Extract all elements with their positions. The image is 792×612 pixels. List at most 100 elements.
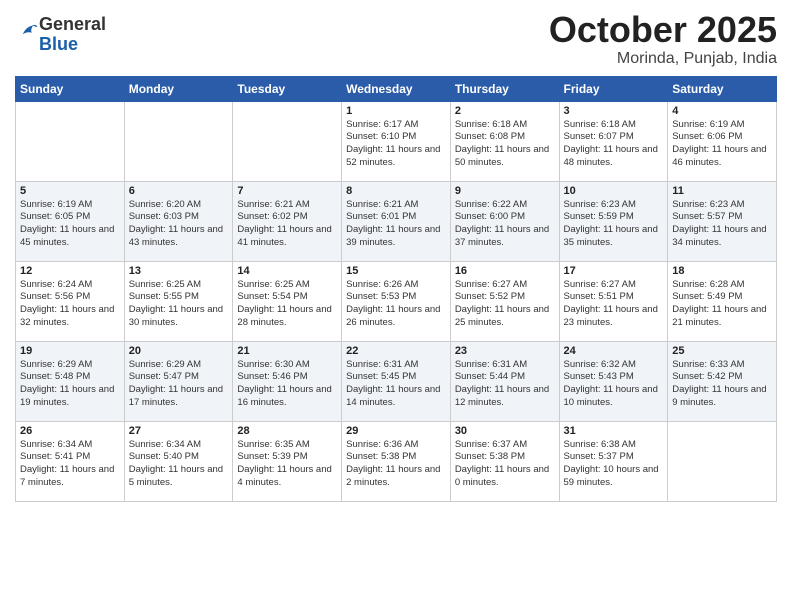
table-row: 15 Sunrise: 6:26 AM Sunset: 5:53 PM Dayli…: [342, 261, 451, 341]
table-row: 18 Sunrise: 6:28 AM Sunset: 5:49 PM Dayli…: [668, 261, 777, 341]
table-row: 28 Sunrise: 6:35 AM Sunset: 5:39 PM Dayli…: [233, 421, 342, 501]
table-row: 3 Sunrise: 6:18 AM Sunset: 6:07 PM Daylig…: [559, 101, 668, 181]
day-number: 31: [564, 425, 664, 437]
day-number: 7: [237, 185, 337, 197]
col-tuesday: Tuesday: [233, 76, 342, 101]
day-info: Sunrise: 6:37 AM Sunset: 5:38 PM Dayligh…: [455, 439, 555, 490]
header: General Blue October 2025 Morinda, Punja…: [15, 10, 777, 68]
day-info: Sunrise: 6:29 AM Sunset: 5:48 PM Dayligh…: [20, 359, 120, 410]
day-info: Sunrise: 6:29 AM Sunset: 5:47 PM Dayligh…: [129, 359, 229, 410]
logo: General Blue: [15, 15, 106, 55]
logo-general-text: General: [39, 14, 106, 34]
table-row: 10 Sunrise: 6:23 AM Sunset: 5:59 PM Dayli…: [559, 181, 668, 261]
day-number: 22: [346, 345, 446, 357]
day-number: 29: [346, 425, 446, 437]
day-info: Sunrise: 6:21 AM Sunset: 6:01 PM Dayligh…: [346, 199, 446, 250]
table-row: 19 Sunrise: 6:29 AM Sunset: 5:48 PM Dayli…: [16, 341, 125, 421]
table-row: 24Sunrise: 6:32 AM Sunset: 5:43 PM Dayli…: [559, 341, 668, 421]
calendar-week-3: 19 Sunrise: 6:29 AM Sunset: 5:48 PM Dayli…: [16, 341, 777, 421]
day-number: 9: [455, 185, 555, 197]
table-row: 8 Sunrise: 6:21 AM Sunset: 6:01 PM Daylig…: [342, 181, 451, 261]
day-info: Sunrise: 6:28 AM Sunset: 5:49 PM Dayligh…: [672, 279, 772, 330]
col-friday: Friday: [559, 76, 668, 101]
day-number: 4: [672, 105, 772, 117]
day-number: 5: [20, 185, 120, 197]
table-row: 31 Sunrise: 6:38 AM Sunset: 5:37 PM Dayli…: [559, 421, 668, 501]
table-row: 29 Sunrise: 6:36 AM Sunset: 5:38 PM Dayli…: [342, 421, 451, 501]
day-info: Sunrise: 6:34 AM Sunset: 5:41 PM Dayligh…: [20, 439, 120, 490]
table-row: 25Sunrise: 6:33 AM Sunset: 5:42 PM Dayli…: [668, 341, 777, 421]
col-thursday: Thursday: [450, 76, 559, 101]
day-info: Sunrise: 6:34 AM Sunset: 5:40 PM Dayligh…: [129, 439, 229, 490]
table-row: 30 Sunrise: 6:37 AM Sunset: 5:38 PM Dayli…: [450, 421, 559, 501]
table-row: 12Sunrise: 6:24 AM Sunset: 5:56 PM Dayli…: [16, 261, 125, 341]
day-info: Sunrise: 6:23 AM Sunset: 5:59 PM Dayligh…: [564, 199, 664, 250]
day-info: Sunrise: 6:18 AM Sunset: 6:07 PM Dayligh…: [564, 119, 664, 170]
logo-blue-text: Blue: [39, 34, 78, 54]
day-info: Sunrise: 6:27 AM Sunset: 5:51 PM Dayligh…: [564, 279, 664, 330]
day-number: 21: [237, 345, 337, 357]
table-row: [124, 101, 233, 181]
table-row: [233, 101, 342, 181]
calendar-week-0: 1 Sunrise: 6:17 AM Sunset: 6:10 PM Daylig…: [16, 101, 777, 181]
col-saturday: Saturday: [668, 76, 777, 101]
table-row: 2 Sunrise: 6:18 AM Sunset: 6:08 PM Daylig…: [450, 101, 559, 181]
header-row: Sunday Monday Tuesday Wednesday Thursday…: [16, 76, 777, 101]
day-info: Sunrise: 6:35 AM Sunset: 5:39 PM Dayligh…: [237, 439, 337, 490]
calendar-week-1: 5Sunrise: 6:19 AM Sunset: 6:05 PM Daylig…: [16, 181, 777, 261]
day-info: Sunrise: 6:36 AM Sunset: 5:38 PM Dayligh…: [346, 439, 446, 490]
day-info: Sunrise: 6:25 AM Sunset: 5:54 PM Dayligh…: [237, 279, 337, 330]
day-number: 3: [564, 105, 664, 117]
table-row: 1 Sunrise: 6:17 AM Sunset: 6:10 PM Daylig…: [342, 101, 451, 181]
day-info: Sunrise: 6:19 AM Sunset: 6:06 PM Dayligh…: [672, 119, 772, 170]
day-info: Sunrise: 6:30 AM Sunset: 5:46 PM Dayligh…: [237, 359, 337, 410]
day-info: Sunrise: 6:20 AM Sunset: 6:03 PM Dayligh…: [129, 199, 229, 250]
day-number: 12: [20, 265, 120, 277]
table-row: 21 Sunrise: 6:30 AM Sunset: 5:46 PM Dayli…: [233, 341, 342, 421]
day-number: 30: [455, 425, 555, 437]
table-row: 13Sunrise: 6:25 AM Sunset: 5:55 PM Dayli…: [124, 261, 233, 341]
table-row: 17 Sunrise: 6:27 AM Sunset: 5:51 PM Dayli…: [559, 261, 668, 341]
day-number: 13: [129, 265, 229, 277]
page-container: General Blue October 2025 Morinda, Punja…: [0, 0, 792, 507]
day-info: Sunrise: 6:26 AM Sunset: 5:53 PM Dayligh…: [346, 279, 446, 330]
day-info: Sunrise: 6:31 AM Sunset: 5:45 PM Dayligh…: [346, 359, 446, 410]
day-number: 16: [455, 265, 555, 277]
table-row: 23 Sunrise: 6:31 AM Sunset: 5:44 PM Dayli…: [450, 341, 559, 421]
day-number: 2: [455, 105, 555, 117]
calendar-table: Sunday Monday Tuesday Wednesday Thursday…: [15, 76, 777, 502]
day-info: Sunrise: 6:31 AM Sunset: 5:44 PM Dayligh…: [455, 359, 555, 410]
table-row: [16, 101, 125, 181]
col-sunday: Sunday: [16, 76, 125, 101]
title-block: October 2025 Morinda, Punjab, India: [549, 10, 777, 68]
day-info: Sunrise: 6:22 AM Sunset: 6:00 PM Dayligh…: [455, 199, 555, 250]
day-number: 25: [672, 345, 772, 357]
day-info: Sunrise: 6:27 AM Sunset: 5:52 PM Dayligh…: [455, 279, 555, 330]
day-number: 18: [672, 265, 772, 277]
table-row: 20Sunrise: 6:29 AM Sunset: 5:47 PM Dayli…: [124, 341, 233, 421]
table-row: 22 Sunrise: 6:31 AM Sunset: 5:45 PM Dayli…: [342, 341, 451, 421]
day-info: Sunrise: 6:18 AM Sunset: 6:08 PM Dayligh…: [455, 119, 555, 170]
day-number: 28: [237, 425, 337, 437]
table-row: 6Sunrise: 6:20 AM Sunset: 6:03 PM Daylig…: [124, 181, 233, 261]
table-row: 14 Sunrise: 6:25 AM Sunset: 5:54 PM Dayli…: [233, 261, 342, 341]
day-number: 17: [564, 265, 664, 277]
day-number: 10: [564, 185, 664, 197]
day-number: 11: [672, 185, 772, 197]
day-number: 15: [346, 265, 446, 277]
day-info: Sunrise: 6:32 AM Sunset: 5:43 PM Dayligh…: [564, 359, 664, 410]
table-row: 11 Sunrise: 6:23 AM Sunset: 5:57 PM Dayli…: [668, 181, 777, 261]
day-info: Sunrise: 6:23 AM Sunset: 5:57 PM Dayligh…: [672, 199, 772, 250]
location: Morinda, Punjab, India: [549, 50, 777, 68]
day-number: 14: [237, 265, 337, 277]
table-row: 7Sunrise: 6:21 AM Sunset: 6:02 PM Daylig…: [233, 181, 342, 261]
col-wednesday: Wednesday: [342, 76, 451, 101]
day-number: 8: [346, 185, 446, 197]
day-number: 23: [455, 345, 555, 357]
day-number: 19: [20, 345, 120, 357]
col-monday: Monday: [124, 76, 233, 101]
day-info: Sunrise: 6:38 AM Sunset: 5:37 PM Dayligh…: [564, 439, 664, 490]
day-number: 1: [346, 105, 446, 117]
table-row: 4 Sunrise: 6:19 AM Sunset: 6:06 PM Daylig…: [668, 101, 777, 181]
day-info: Sunrise: 6:17 AM Sunset: 6:10 PM Dayligh…: [346, 119, 446, 170]
